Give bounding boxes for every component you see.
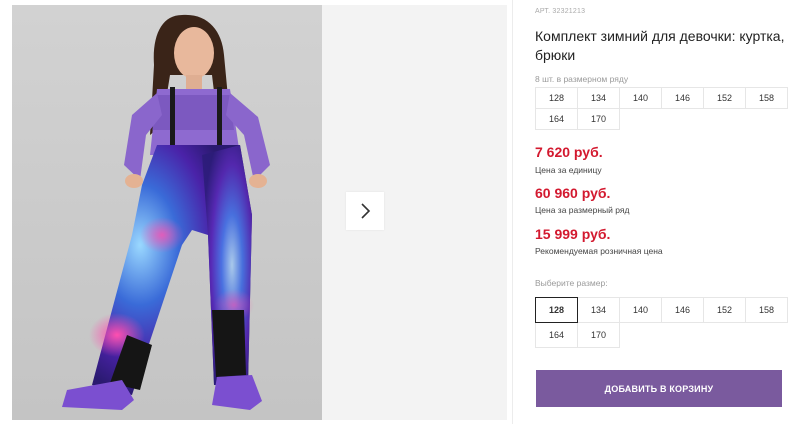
pack-label: 8 шт. в размерном ряду: [535, 74, 629, 84]
column-divider: [512, 0, 513, 424]
size-select-label: Выберите размер:: [535, 278, 608, 288]
size-option[interactable]: 170: [577, 322, 620, 348]
pack-size-cell: 152: [703, 87, 746, 109]
size-option[interactable]: 134: [577, 297, 620, 323]
product-title: Комплект зимний для девочки: куртка, брю…: [535, 28, 785, 63]
unit-price: 7 620 руб.: [535, 144, 603, 160]
pack-size-cell: 158: [745, 87, 788, 109]
retail-price: 15 999 руб.: [535, 226, 611, 242]
chevron-right-icon: [361, 203, 371, 219]
pack-size-cell: 146: [661, 87, 704, 109]
product-photo[interactable]: [12, 5, 322, 420]
pack-size-cell: 170: [577, 108, 620, 130]
size-option-selected[interactable]: 128: [535, 297, 578, 323]
pack-size-cell: 164: [535, 108, 578, 130]
pack-price: 60 960 руб.: [535, 185, 611, 201]
size-option[interactable]: 140: [619, 297, 662, 323]
unit-price-caption: Цена за единицу: [535, 165, 602, 175]
pack-price-caption: Цена за размерный ряд: [535, 205, 630, 215]
add-to-cart-button[interactable]: ДОБАВИТЬ В КОРЗИНУ: [536, 370, 782, 407]
size-select-grid: 128 134 140 146 152 158 164 170: [535, 297, 788, 348]
size-option[interactable]: 152: [703, 297, 746, 323]
product-photo-illustration: [12, 5, 322, 420]
pack-size-cell: 134: [577, 87, 620, 109]
retail-price-caption: Рекомендуемая розничная цена: [535, 246, 663, 256]
size-option[interactable]: 146: [661, 297, 704, 323]
size-option[interactable]: 164: [535, 322, 578, 348]
pack-size-grid: 128 134 140 146 152 158 164 170: [535, 87, 788, 130]
gallery-next-button[interactable]: [346, 192, 384, 230]
pack-size-cell: 128: [535, 87, 578, 109]
article-number: АРТ. 32321213: [535, 8, 586, 15]
size-option[interactable]: 158: [745, 297, 788, 323]
pack-size-cell: 140: [619, 87, 662, 109]
